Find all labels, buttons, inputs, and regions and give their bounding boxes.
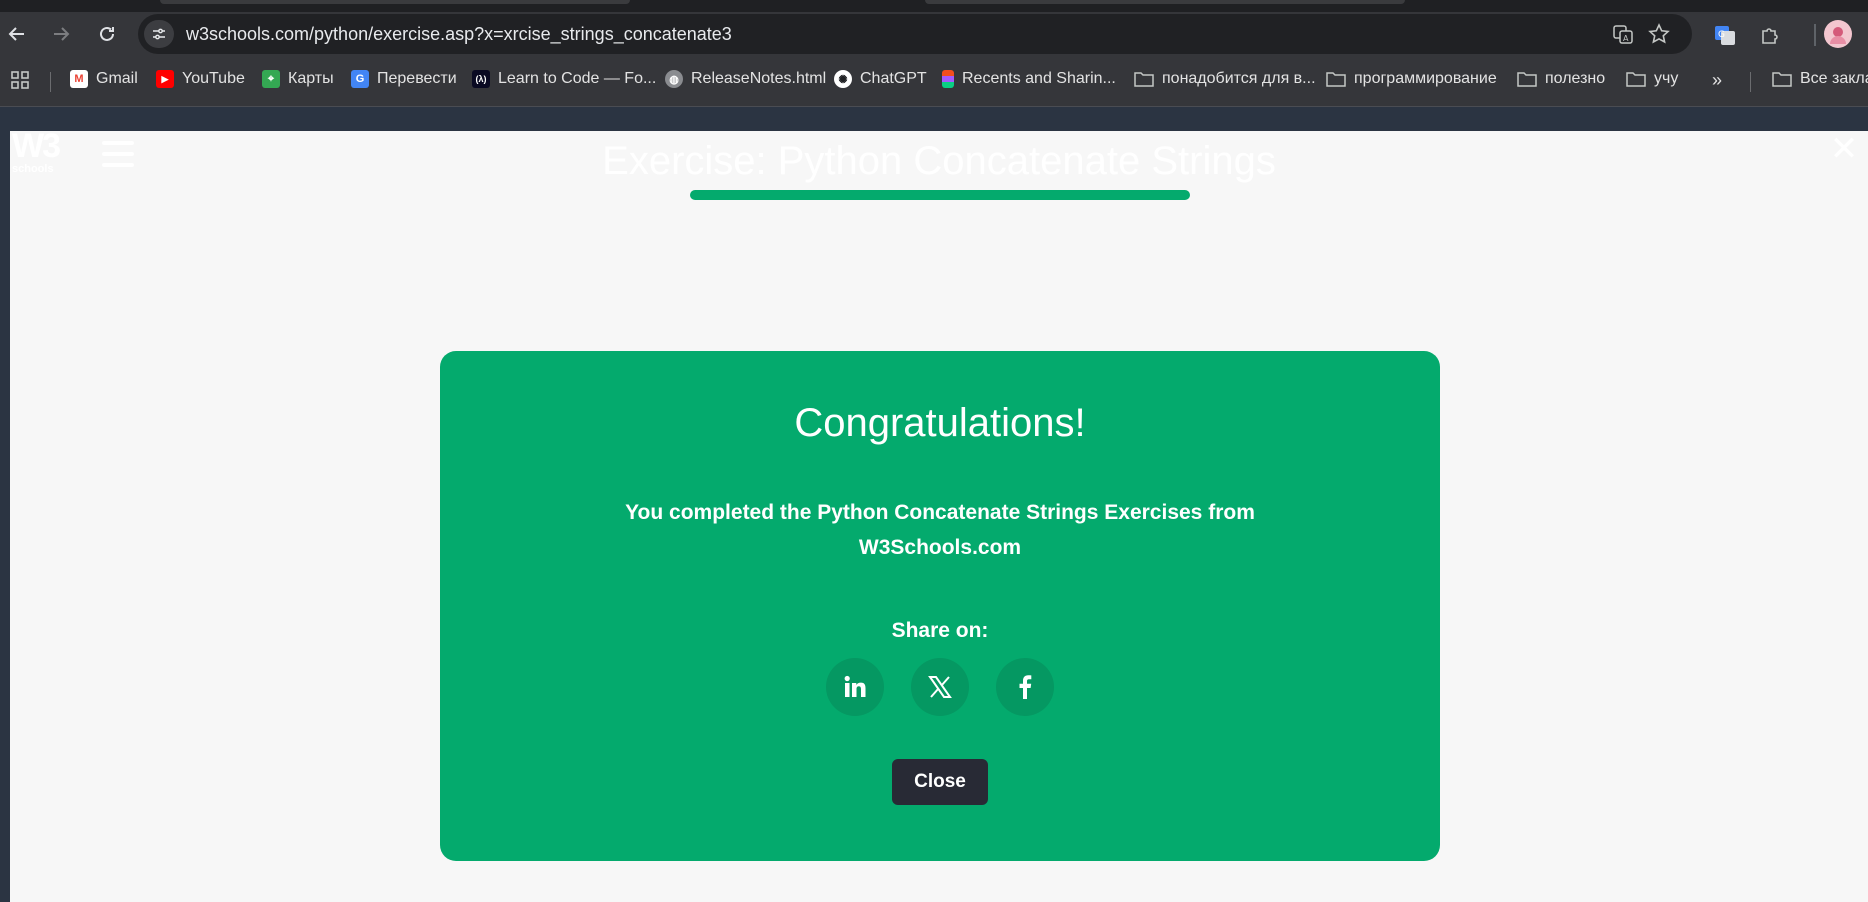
exercise-progress-bar (690, 190, 1190, 200)
bookmarks-bar: M Gmail ▶ YouTube ⌖ Карты G Перевести (λ… (0, 56, 1868, 106)
bookmark-label: учу (1654, 70, 1679, 87)
bookmark-folder[interactable]: понадобится для в... (1134, 70, 1316, 88)
bookmark-youtube[interactable]: ▶ YouTube (156, 70, 245, 88)
bookmark-label: Gmail (96, 70, 138, 87)
bookmark-label: программирование (1354, 70, 1497, 87)
bookmark-folder[interactable]: полезно (1517, 70, 1605, 88)
tab-strip (0, 0, 1868, 12)
bookmark-label: Карты (288, 70, 334, 87)
share-linkedin-button[interactable] (826, 658, 884, 716)
reload-button[interactable] (94, 22, 120, 46)
bookmark-label: Learn to Code — Fo... (498, 70, 657, 87)
figma-icon (942, 70, 954, 88)
youtube-icon: ▶ (156, 70, 174, 88)
bookmark-figma[interactable]: Recents and Sharin... (942, 70, 1116, 88)
toolbar-separator (1814, 24, 1816, 46)
bookmark-label: Перевести (377, 70, 457, 87)
share-x-button[interactable] (911, 658, 969, 716)
folder-icon (1772, 72, 1792, 87)
bookmark-label: Recents and Sharin... (962, 70, 1116, 87)
gmail-icon: M (70, 70, 88, 88)
translate-icon: G (351, 70, 369, 88)
extensions-puzzle-icon[interactable] (1757, 22, 1783, 48)
profile-avatar[interactable] (1824, 20, 1852, 48)
chatgpt-icon: ✺ (834, 70, 852, 88)
share-facebook-button[interactable] (996, 658, 1054, 716)
facebook-icon (1019, 675, 1032, 699)
more-bookmarks-chevron-icon[interactable]: » (1712, 70, 1722, 91)
bookmark-separator (1750, 72, 1751, 92)
freecodecamp-icon: (λ) (472, 70, 490, 88)
bookmark-maps[interactable]: ⌖ Карты (262, 70, 334, 88)
page-viewport: W3 schools Exercise: Python Concatenate … (10, 131, 1868, 902)
arrow-right-icon (54, 27, 70, 41)
congratulations-modal: Congratulations! You completed the Pytho… (440, 351, 1440, 861)
bookmark-label: YouTube (182, 70, 245, 87)
close-icon[interactable]: ✕ (1828, 132, 1860, 166)
bookmark-label: ReleaseNotes.html (691, 70, 827, 87)
bookmark-folder[interactable]: учу (1626, 70, 1678, 88)
folder-icon (1517, 72, 1537, 87)
modal-title: Congratulations! (794, 401, 1086, 445)
url-text[interactable]: w3schools.com/python/exercise.asp?x=xrci… (186, 24, 732, 45)
x-icon (928, 676, 952, 698)
close-button[interactable]: Close (892, 759, 988, 805)
svg-text:G: G (1718, 30, 1725, 40)
share-label: Share on: (891, 619, 989, 642)
google-translate-extension-icon[interactable]: G (1712, 22, 1738, 48)
address-bar[interactable]: w3schools.com/python/exercise.asp?x=xrci… (138, 14, 1692, 54)
folder-icon (1626, 72, 1646, 87)
tune-icon (153, 28, 165, 40)
forward-button[interactable] (48, 22, 74, 46)
arrow-left-icon (8, 27, 24, 41)
translate-page-icon[interactable]: A (1610, 22, 1636, 46)
exercise-title: Exercise: Python Concatenate Strings (602, 139, 1276, 183)
svg-text:A: A (1623, 34, 1629, 43)
tab-edge (925, 0, 1405, 4)
bookmark-folder[interactable]: программирование (1326, 70, 1497, 88)
bookmark-label: Все закла (1800, 70, 1868, 87)
modal-message: You completed the Python Concatenate Str… (625, 501, 1255, 559)
folder-icon (1134, 72, 1154, 87)
globe-icon: ◍ (665, 70, 683, 88)
bookmark-label: ChatGPT (860, 70, 927, 87)
maps-icon: ⌖ (262, 70, 280, 88)
back-button[interactable] (4, 22, 30, 46)
folder-icon (1326, 72, 1346, 87)
bookmark-star-icon[interactable] (1646, 22, 1672, 46)
bookmark-label: понадобится для в... (1162, 70, 1316, 87)
browser-toolbar: w3schools.com/python/exercise.asp?x=xrci… (0, 12, 1868, 56)
bookmark-separator (50, 72, 51, 92)
bookmark-label: полезно (1545, 70, 1606, 87)
bookmark-releasenotes[interactable]: ◍ ReleaseNotes.html (665, 70, 826, 88)
bookmark-translate[interactable]: G Перевести (351, 70, 457, 88)
bookmark-chatgpt[interactable]: ✺ ChatGPT (834, 70, 927, 88)
tab-edge (160, 0, 630, 4)
apps-grid-icon[interactable] (10, 70, 30, 90)
site-info-button[interactable] (144, 20, 174, 48)
linkedin-icon (844, 675, 866, 697)
reload-icon (100, 26, 114, 41)
bookmark-all-folder[interactable]: Все закла (1772, 70, 1868, 88)
bookmark-gmail[interactable]: M Gmail (70, 70, 138, 88)
bookmark-freecodecamp[interactable]: (λ) Learn to Code — Fo... (472, 70, 656, 88)
chrome-divider (0, 106, 1868, 107)
